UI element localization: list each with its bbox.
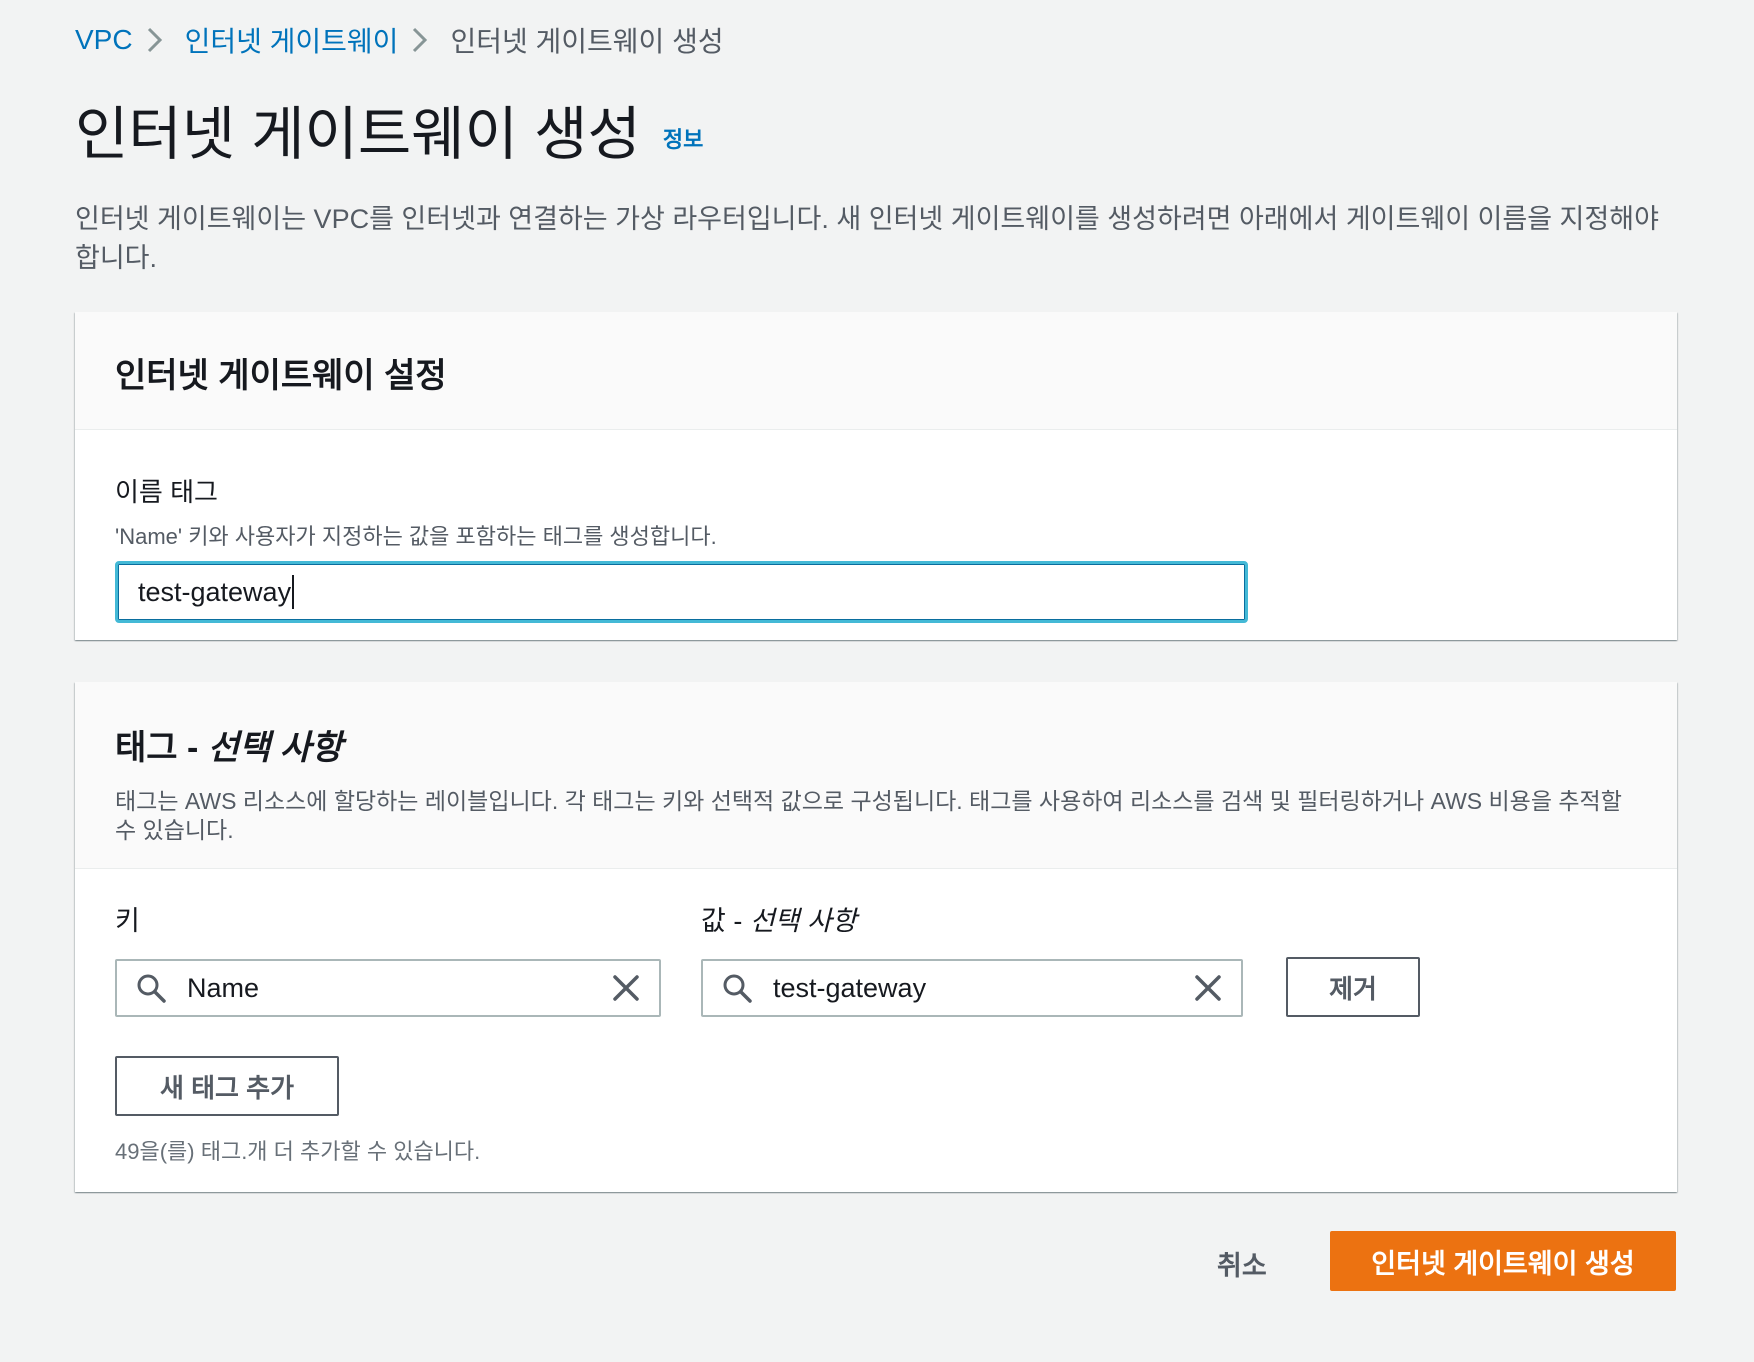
tag-key-input[interactable]: Name bbox=[115, 959, 661, 1017]
breadcrumb-vpc-link[interactable]: VPC bbox=[75, 24, 133, 56]
tags-panel-description: 태그는 AWS 리소스에 할당하는 레이블입니다. 각 태그는 키와 선택적 값… bbox=[115, 788, 1622, 843]
settings-panel-title: 인터넷 게이트웨이 설정 bbox=[115, 357, 447, 395]
info-link[interactable]: 정보 bbox=[663, 122, 703, 154]
search-icon bbox=[135, 972, 167, 1004]
search-icon bbox=[721, 972, 753, 1004]
remove-tag-button[interactable]: 제거 bbox=[1286, 957, 1420, 1017]
name-tag-label: 이름 태그 bbox=[115, 477, 218, 507]
tag-key-value: Name bbox=[187, 972, 260, 1003]
tag-key-label: 키 bbox=[115, 906, 140, 936]
name-tag-input-value: test-gateway bbox=[138, 576, 292, 607]
tag-value-column: 값 - 선택 사항 test-gateway bbox=[701, 899, 1243, 1017]
settings-panel: 인터넷 게이트웨이 설정 이름 태그 'Name' 키와 사용자가 지정하는 값… bbox=[75, 312, 1677, 640]
clear-icon[interactable] bbox=[611, 973, 641, 1003]
clear-icon[interactable] bbox=[1193, 973, 1223, 1003]
tags-panel-header: 태그 - 선택 사항 태그는 AWS 리소스에 할당하는 레이블입니다. 각 태… bbox=[75, 682, 1677, 869]
name-tag-description: 'Name' 키와 사용자가 지정하는 값을 포함하는 태그를 생성합니다. bbox=[115, 524, 717, 549]
tag-value-label-optional: 선택 사항 bbox=[749, 906, 857, 936]
remaining-tags-text: 49을(를) 태그.개 더 추가할 수 있습니다. bbox=[115, 1139, 481, 1164]
tag-value-value: test-gateway bbox=[773, 972, 927, 1003]
tag-value-label-main: 값 - bbox=[701, 906, 750, 936]
breadcrumb: VPC 인터넷 게이트웨이 인터넷 게이트웨이 생성 bbox=[75, 20, 724, 60]
tags-panel-title: 태그 - 선택 사항 bbox=[115, 720, 1637, 769]
chevron-right-icon bbox=[133, 20, 185, 60]
chevron-right-icon bbox=[398, 20, 450, 60]
add-tag-button[interactable]: 새 태그 추가 bbox=[115, 1056, 339, 1116]
settings-panel-header: 인터넷 게이트웨이 설정 bbox=[75, 312, 1677, 430]
text-caret bbox=[292, 575, 295, 609]
page-description: 인터넷 게이트웨이는 VPC를 인터넷과 연결하는 가상 라우터입니다. 새 인… bbox=[75, 204, 1659, 273]
create-igw-button[interactable]: 인터넷 게이트웨이 생성 bbox=[1330, 1231, 1676, 1291]
settings-panel-body: 이름 태그 'Name' 키와 사용자가 지정하는 값을 포함하는 태그를 생성… bbox=[75, 430, 1677, 623]
tags-panel-title-main: 태그 - bbox=[115, 729, 208, 767]
breadcrumb-igw-link[interactable]: 인터넷 게이트웨이 bbox=[185, 20, 399, 60]
tag-value-label: 값 - 선택 사항 bbox=[701, 899, 1243, 936]
tag-key-column: 키 Name bbox=[115, 899, 661, 1017]
tags-panel: 태그 - 선택 사항 태그는 AWS 리소스에 할당하는 레이블입니다. 각 태… bbox=[75, 682, 1677, 1192]
breadcrumb-current: 인터넷 게이트웨이 생성 bbox=[450, 26, 724, 57]
cancel-button[interactable]: 취소 bbox=[1217, 1244, 1267, 1283]
tags-panel-title-optional: 선택 사항 bbox=[207, 729, 343, 767]
page-header: 인터넷 게이트웨이 생성 정보 bbox=[75, 100, 703, 170]
name-tag-input[interactable]: test-gateway bbox=[115, 561, 1248, 623]
tag-value-input[interactable]: test-gateway bbox=[701, 959, 1243, 1017]
page-title: 인터넷 게이트웨이 생성 bbox=[75, 102, 641, 167]
